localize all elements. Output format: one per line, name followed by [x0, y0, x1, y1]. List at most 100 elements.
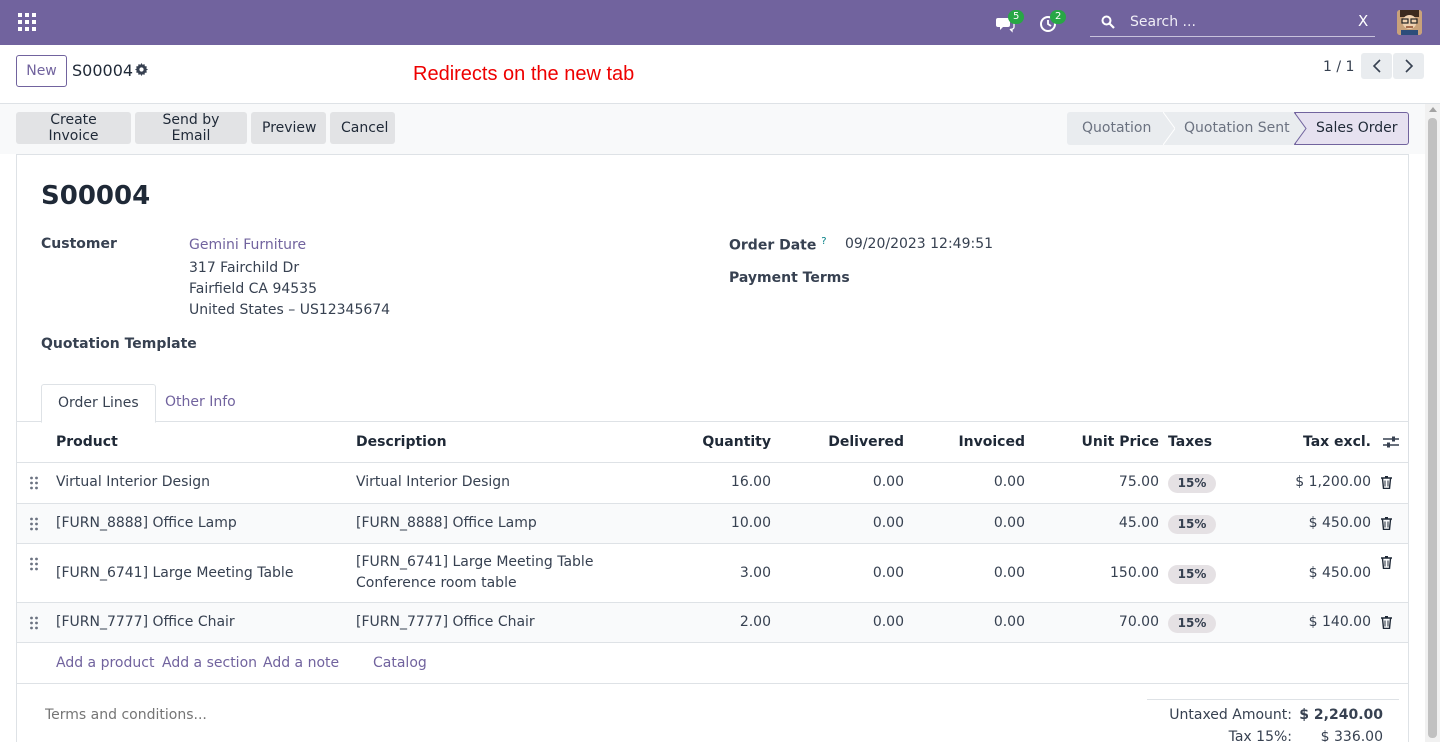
scroll-up-arrow-icon[interactable] — [1429, 107, 1437, 112]
catalog-link[interactable]: Catalog — [373, 655, 427, 671]
row-quantity: 10.00 — [730, 515, 771, 531]
tax-amount-value: $ 336.00 — [1320, 729, 1383, 742]
col-delivered[interactable]: Delivered — [817, 434, 904, 450]
terms-and-conditions-field[interactable] — [45, 707, 645, 723]
control-panel: New S00004 Redirects on the new tab 1 / … — [0, 45, 1440, 104]
row-unit-price: 150.00 — [1110, 565, 1159, 581]
row-subtotal: $ 1,200.00 — [1295, 474, 1371, 490]
drag-handle-icon[interactable] — [29, 556, 39, 572]
col-product[interactable]: Product — [56, 434, 118, 450]
totals-summary: Untaxed Amount: $ 2,240.00 Tax 15%: $ 33… — [1147, 699, 1399, 742]
annotation-note: Redirects on the new tab — [413, 63, 635, 85]
notebook-tabs: Order Lines Other Info — [17, 384, 1408, 423]
status-bar: Create Invoice Send by Email Preview Can… — [0, 104, 1425, 154]
chevron-right-icon — [1404, 59, 1413, 73]
row-description: Virtual Interior Design — [356, 474, 511, 490]
order-lines-header: Product Description Quantity Delivered I… — [17, 422, 1408, 463]
col-invoiced[interactable]: Invoiced — [937, 434, 1025, 450]
row-product: [FURN_8888] Office Lamp — [56, 515, 237, 531]
row-quantity: 2.00 — [739, 614, 771, 630]
row-quantity: 16.00 — [730, 474, 771, 490]
tax-badge: 15% — [1168, 515, 1216, 534]
pager-value[interactable]: 1 / 1 — [1323, 59, 1354, 75]
tab-other-info[interactable]: Other Info — [149, 384, 252, 422]
col-quantity[interactable]: Quantity — [697, 434, 771, 450]
cancel-button[interactable]: Cancel — [330, 112, 395, 144]
page-title: S00004 — [41, 181, 151, 211]
table-row[interactable]: [FURN_7777] Office Chair [FURN_7777] Off… — [17, 603, 1408, 643]
page-scrollbar[interactable] — [1425, 104, 1440, 742]
col-tax-excl[interactable]: Tax excl. — [1277, 434, 1371, 450]
search-input[interactable] — [1130, 11, 1340, 33]
preview-button[interactable]: Preview — [251, 112, 326, 144]
order-date-label: Order Date ? — [729, 236, 827, 254]
trash-icon[interactable] — [1381, 616, 1392, 629]
drag-handle-icon[interactable] — [29, 475, 39, 491]
col-description[interactable]: Description — [356, 434, 447, 450]
tax-badge: 15% — [1168, 474, 1216, 493]
row-product: [FURN_6741] Large Meeting Table — [56, 565, 294, 581]
add-product-link[interactable]: Add a product — [56, 655, 154, 671]
trash-icon[interactable] — [1381, 517, 1392, 530]
tab-order-lines[interactable]: Order Lines — [41, 384, 156, 423]
add-section-link[interactable]: Add a section — [162, 655, 257, 671]
row-invoiced: 0.00 — [993, 515, 1025, 531]
activities-count-badge: 2 — [1050, 10, 1067, 24]
table-row[interactable]: [FURN_6741] Large Meeting Table [FURN_67… — [17, 544, 1408, 603]
row-invoiced: 0.00 — [993, 565, 1025, 581]
col-unit-price[interactable]: Unit Price — [1067, 434, 1159, 450]
row-description: [FURN_7777] Office Chair — [356, 614, 535, 630]
optional-columns-toggle-icon[interactable] — [1383, 435, 1399, 449]
search-clear-button[interactable]: X — [1358, 12, 1368, 30]
search-box: X — [1090, 8, 1375, 37]
customer-address-line1: 317 Fairchild Dr — [189, 260, 300, 276]
payment-terms-label: Payment Terms — [729, 270, 850, 286]
customer-link[interactable]: Gemini Furniture — [189, 237, 306, 253]
col-taxes[interactable]: Taxes — [1168, 434, 1212, 450]
customer-label: Customer — [41, 236, 117, 252]
user-avatar[interactable] — [1397, 10, 1422, 35]
create-invoice-button[interactable]: Create Invoice — [16, 112, 131, 144]
new-button[interactable]: New — [16, 55, 67, 87]
search-icon — [1101, 15, 1115, 29]
drag-handle-icon[interactable] — [29, 615, 39, 631]
breadcrumb-record-name: S00004 — [72, 61, 134, 80]
tax-badge: 15% — [1168, 565, 1216, 584]
row-subtotal: $ 140.00 — [1308, 614, 1371, 630]
row-description-line2: Conference room table — [356, 575, 517, 591]
stage-quotation-sent[interactable]: Quotation Sent — [1175, 112, 1295, 145]
table-row[interactable]: [FURN_8888] Office Lamp [FURN_8888] Offi… — [17, 504, 1408, 544]
row-delivered: 0.00 — [872, 565, 904, 581]
add-note-link[interactable]: Add a note — [263, 655, 339, 671]
tax-amount-label: Tax 15%: — [1228, 729, 1292, 742]
form-sheet: S00004 Customer Gemini Furniture 317 Fai… — [16, 154, 1409, 742]
scrollbar-thumb[interactable] — [1428, 118, 1437, 738]
row-unit-price: 45.00 — [1118, 515, 1159, 531]
trash-icon[interactable] — [1381, 476, 1392, 489]
tax-badge: 15% — [1168, 614, 1216, 633]
drag-handle-icon[interactable] — [29, 516, 39, 532]
pager-previous-button[interactable] — [1361, 53, 1392, 79]
row-invoiced: 0.00 — [993, 474, 1025, 490]
quotation-template-label: Quotation Template — [41, 336, 197, 352]
table-row[interactable]: Virtual Interior Design Virtual Interior… — [17, 463, 1408, 504]
gear-icon[interactable] — [135, 63, 148, 76]
order-date-label-text: Order Date — [729, 237, 817, 254]
row-delivered: 0.00 — [872, 474, 904, 490]
top-navbar: 5 2 X — [0, 0, 1440, 45]
stage-sales-order[interactable]: Sales Order — [1295, 112, 1409, 145]
untaxed-amount-label: Untaxed Amount: — [1169, 707, 1292, 723]
chevron-left-icon — [1372, 59, 1381, 73]
row-delivered: 0.00 — [872, 614, 904, 630]
help-tooltip-icon[interactable]: ? — [821, 236, 826, 247]
stage-quotation[interactable]: Quotation — [1067, 112, 1175, 145]
order-date-value[interactable]: 09/20/2023 12:49:51 — [845, 236, 993, 252]
pager-next-button[interactable] — [1393, 53, 1424, 79]
trash-icon[interactable] — [1381, 556, 1392, 569]
apps-menu-icon[interactable] — [18, 13, 36, 31]
row-description: [FURN_8888] Office Lamp — [356, 515, 537, 531]
send-by-email-button[interactable]: Send by Email — [135, 112, 247, 144]
row-invoiced: 0.00 — [993, 614, 1025, 630]
row-description: [FURN_6741] Large Meeting Table — [356, 554, 594, 570]
customer-address-line2: Fairfield CA 94535 — [189, 281, 317, 297]
